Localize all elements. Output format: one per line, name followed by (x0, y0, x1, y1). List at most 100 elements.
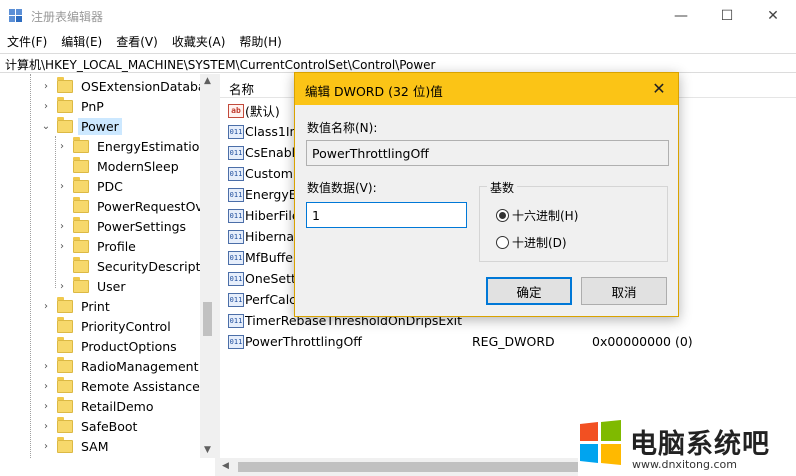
tree-item[interactable]: › OSExtensionDatabase (40, 76, 215, 96)
value-name-label: 数值名称(N): (307, 121, 378, 135)
dword-value-icon: 011 (228, 271, 244, 286)
tree-item[interactable]: SecurityDescriptors (56, 256, 215, 276)
chevron-right-icon[interactable]: › (56, 281, 68, 292)
address-bar[interactable]: 计算机\HKEY_LOCAL_MACHINE\SYSTEM\CurrentCon… (0, 53, 796, 73)
tree-item[interactable]: › SafeBoot (40, 416, 140, 436)
dword-value-icon: 011 (228, 166, 244, 181)
chevron-down-icon[interactable]: ⌄ (40, 121, 52, 132)
tree-item-label: RetailDemo (81, 398, 154, 414)
folder-icon (57, 316, 73, 333)
tree-item[interactable]: › Profile (56, 236, 139, 256)
column-header-name[interactable]: 名称 (229, 79, 254, 98)
menu-file[interactable]: 文件(F) (0, 31, 54, 51)
tree-item-label: ProductOptions (81, 338, 177, 354)
close-icon[interactable]: ✕ (648, 78, 670, 100)
dword-value-icon: 011 (228, 187, 244, 202)
folder-icon (57, 116, 73, 133)
menu-help[interactable]: 帮助(H) (232, 31, 288, 51)
tree-scrollbar[interactable]: ▲ ▼ (200, 74, 215, 458)
value-name: (默认) (245, 104, 280, 119)
tree-item[interactable]: › SAM (40, 436, 112, 456)
base-group-label: 基数 (487, 179, 518, 196)
cancel-button[interactable]: 取消 (581, 277, 667, 305)
tree-item-label: RadioManagement (81, 358, 199, 374)
tree-item[interactable]: ⌄ Power (40, 116, 122, 136)
maximize-button[interactable]: ☐ (704, 0, 750, 31)
scroll-up-arrow-icon[interactable]: ▲ (200, 74, 215, 89)
tree-item[interactable]: › PowerSettings (56, 216, 189, 236)
tree-item[interactable]: › Print (40, 296, 113, 316)
folder-icon (73, 196, 89, 213)
dword-value-icon: 011 (228, 292, 244, 307)
key-tree: › OSExtensionDatabase › PnP ⌄ Power › EnergyEst… (0, 74, 215, 458)
menu-view[interactable]: 查看(V) (109, 31, 165, 51)
tree-item[interactable]: ModernSleep (56, 156, 182, 176)
chevron-right-icon[interactable]: › (40, 301, 52, 312)
tree-item-label: Profile (97, 238, 136, 254)
chevron-right-icon[interactable]: › (40, 361, 52, 372)
tree-item[interactable]: › PnP (40, 96, 107, 116)
value-data-field[interactable] (306, 202, 467, 228)
folder-icon (73, 236, 89, 253)
title-bar: 注册表编辑器 — ☐ ✕ (0, 0, 796, 31)
dec-radio-option[interactable]: 十进制(D) (496, 234, 567, 251)
tree-item[interactable]: PriorityControl (40, 316, 174, 336)
value-name-field[interactable] (306, 140, 669, 166)
tree-guide-line (30, 74, 31, 458)
scroll-left-arrow-icon[interactable]: ◀ (222, 461, 229, 471)
folder-icon (57, 396, 73, 413)
tree-item-label: Power (78, 117, 122, 135)
tree-item[interactable]: › PDC (56, 176, 126, 196)
tree-item[interactable]: › EnergyEstimation (56, 136, 210, 156)
chevron-right-icon[interactable]: › (56, 241, 68, 252)
chevron-right-icon[interactable]: › (40, 441, 52, 452)
chevron-right-icon[interactable]: › (40, 381, 52, 392)
chevron-right-icon[interactable]: › (40, 401, 52, 412)
tree-item-label: Remote Assistance (81, 378, 200, 394)
string-value-icon: ab (228, 103, 244, 118)
dword-value-icon: 011 (228, 334, 244, 349)
value-data-label: 数值数据(V): (307, 181, 377, 195)
tree-item-label: SafeBoot (81, 418, 138, 434)
minimize-button[interactable]: — (658, 0, 704, 31)
hex-radio-option[interactable]: 十六进制(H) (496, 207, 578, 224)
tree-item[interactable]: › Remote Assistance (40, 376, 203, 396)
tree-item[interactable]: › RadioManagement (40, 356, 201, 376)
chevron-right-icon[interactable]: › (40, 101, 52, 112)
tree-item-label: PowerRequestOverride (97, 198, 215, 214)
tree-item[interactable]: › RetailDemo (40, 396, 156, 416)
radio-unchecked-icon[interactable] (496, 236, 509, 249)
chevron-right-icon[interactable]: › (56, 221, 68, 232)
chevron-right-icon[interactable]: › (40, 81, 52, 92)
value-type: REG_DWORD (472, 334, 555, 349)
tree-item[interactable]: › User (56, 276, 129, 296)
tree-item-label: SecurityDescriptors (97, 258, 215, 274)
ok-button[interactable]: 确定 (486, 277, 572, 305)
dec-radio-label: 十进制(D) (512, 236, 567, 250)
watermark-title: 电脑系统吧 (630, 429, 770, 460)
watermark: 电脑系统吧 www.dnxitong.com (578, 420, 796, 476)
close-window-button[interactable]: ✕ (750, 0, 796, 31)
menu-edit[interactable]: 编辑(E) (54, 31, 109, 51)
scroll-down-arrow-icon[interactable]: ▼ (200, 443, 215, 458)
folder-icon (57, 436, 73, 453)
radio-checked-icon[interactable] (496, 209, 509, 222)
tree-item-label: PowerSettings (97, 218, 187, 234)
tree-scroll-thumb[interactable] (203, 302, 212, 336)
folder-icon (73, 156, 89, 173)
dword-value-icon: 011 (228, 208, 244, 223)
tree-item[interactable]: ProductOptions (40, 336, 180, 356)
folder-icon (73, 276, 89, 293)
menu-favorites[interactable]: 收藏夹(A) (165, 31, 233, 51)
chevron-right-icon[interactable]: › (56, 181, 68, 192)
chevron-right-icon[interactable]: › (56, 141, 68, 152)
tree-item[interactable]: PowerRequestOverride (56, 196, 215, 216)
value-row[interactable]: 011 PowerThrottlingOff REG_DWORD 0x00000000… (220, 331, 796, 352)
folder-icon (73, 216, 89, 233)
tree-item-label: OSExtensionDatabase (81, 78, 215, 94)
chevron-right-icon[interactable]: › (40, 421, 52, 432)
dword-value-icon: 011 (228, 250, 244, 265)
edit-dword-dialog: 编辑 DWORD (32 位)值 ✕ 数值名称(N): 数值数据(V): 基数 … (294, 72, 679, 317)
dword-value-icon: 011 (228, 229, 244, 244)
folder-icon (73, 176, 89, 193)
